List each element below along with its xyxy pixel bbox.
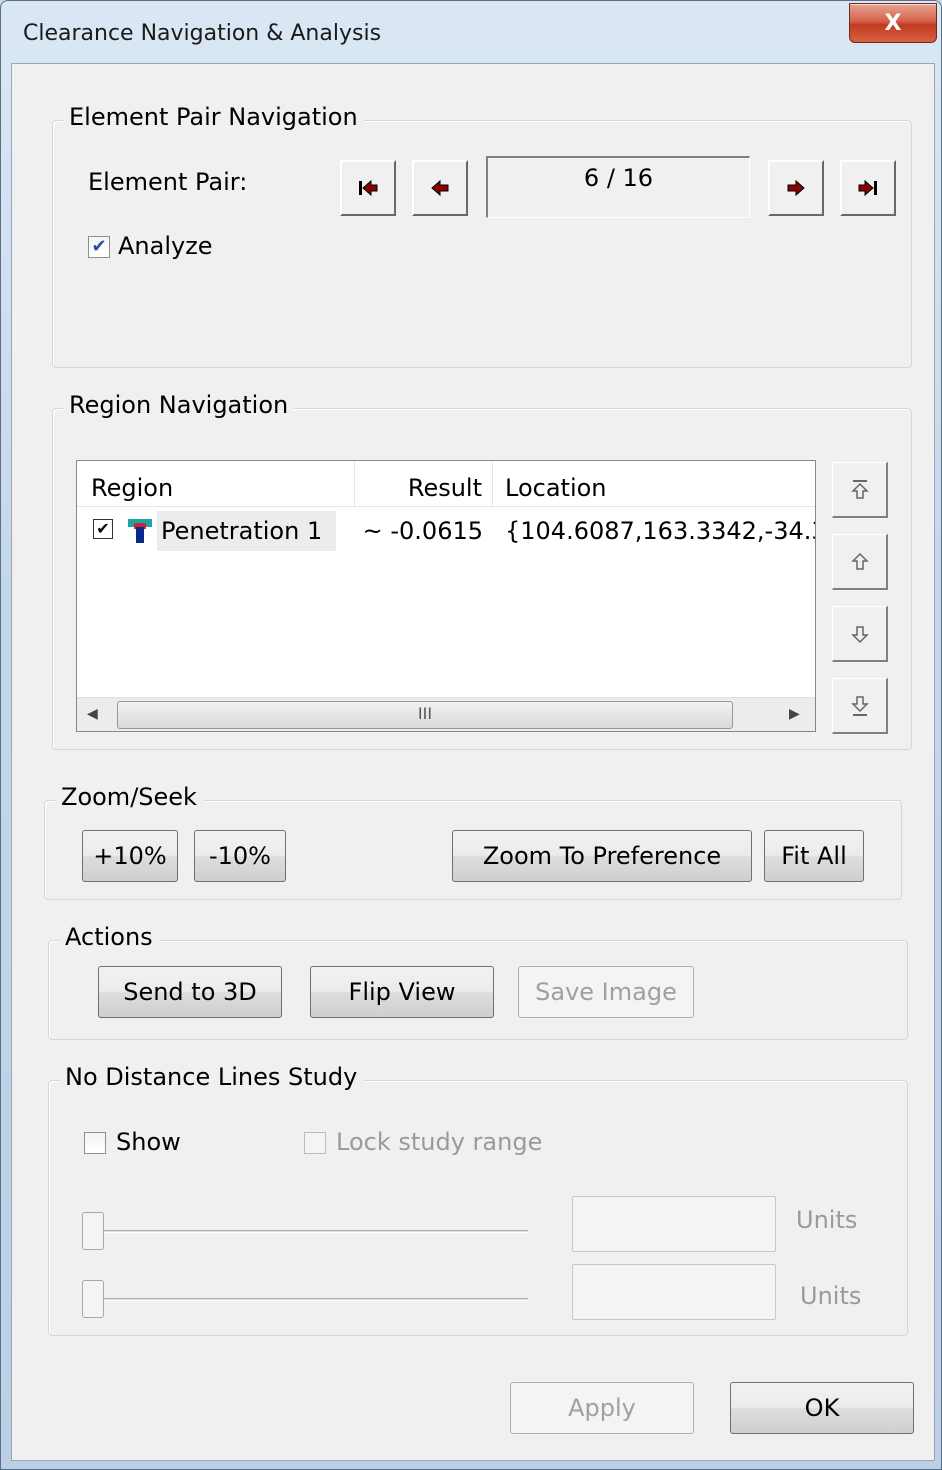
show-checkbox[interactable] <box>84 1132 106 1154</box>
scroll-thumb[interactable]: III <box>117 701 733 729</box>
slider-thumb-1[interactable] <box>82 1212 104 1250</box>
save-image-button[interactable]: Save Image <box>518 966 694 1018</box>
element-pair-label: Element Pair: <box>88 168 248 196</box>
move-up-button[interactable] <box>832 534 888 590</box>
first-icon <box>359 179 378 197</box>
first-pair-button[interactable] <box>340 160 396 216</box>
units-label-1: Units <box>796 1206 858 1234</box>
zoom-to-preference-button[interactable]: Zoom To Preference <box>452 830 752 882</box>
apply-button[interactable]: Apply <box>510 1382 694 1434</box>
move-bottom-icon <box>850 695 869 716</box>
close-button[interactable]: X <box>849 3 937 43</box>
move-down-button[interactable] <box>832 606 888 662</box>
lock-study-range-checkbox[interactable] <box>304 1132 326 1154</box>
column-header-result[interactable]: Result <box>355 461 493 507</box>
arrow-up-icon <box>850 552 869 570</box>
scroll-right-icon[interactable]: ▶ <box>789 706 800 722</box>
element-pair-group-label: Element Pair Navigation <box>63 103 364 131</box>
zoom-in-button[interactable]: +10% <box>82 830 178 882</box>
send-to-3d-button[interactable]: Send to 3D <box>98 966 282 1018</box>
actions-group-label: Actions <box>59 923 159 951</box>
next-pair-button[interactable] <box>768 160 824 216</box>
dialog-window: Clearance Navigation & Analysis X Elemen… <box>0 0 942 1470</box>
last-icon <box>858 179 877 197</box>
slider-thumb-2[interactable] <box>82 1280 104 1318</box>
horizontal-scrollbar[interactable]: ◀ III ▶ <box>77 697 815 731</box>
region-list-header: Region Result Location <box>77 461 815 507</box>
move-top-icon <box>850 479 869 499</box>
region-list[interactable]: Region Result Location ✔ Penetration 1 ~… <box>76 460 816 732</box>
row-checkbox[interactable]: ✔ <box>93 519 113 539</box>
fit-all-button[interactable]: Fit All <box>764 830 864 882</box>
column-header-location[interactable]: Location <box>493 461 815 507</box>
row-result: ~ -0.0615 <box>362 517 483 545</box>
checkmark-icon: ✔ <box>91 236 107 257</box>
dialog-client-area: Element Pair Navigation Element Pair: 6 … <box>11 63 935 1461</box>
window-title: Clearance Navigation & Analysis <box>23 21 382 46</box>
slider-track-1 <box>92 1230 528 1233</box>
study-group-label: No Distance Lines Study <box>59 1063 364 1091</box>
flip-view-button[interactable]: Flip View <box>310 966 494 1018</box>
show-label: Show <box>116 1128 181 1156</box>
slider-track-2 <box>92 1298 528 1301</box>
range-input-1[interactable] <box>572 1196 776 1252</box>
move-bottom-button[interactable] <box>832 678 888 734</box>
arrow-left-icon <box>431 179 449 197</box>
penetration-icon <box>128 519 152 543</box>
analyze-checkbox[interactable]: ✔ <box>88 236 110 258</box>
zoom-out-button[interactable]: -10% <box>194 830 286 882</box>
analyze-label: Analyze <box>118 232 213 260</box>
column-header-region[interactable]: Region <box>77 461 355 507</box>
row-region-name: Penetration 1 <box>157 511 337 551</box>
lock-study-range-label: Lock study range <box>336 1128 543 1156</box>
arrow-right-icon <box>787 179 805 197</box>
arrow-down-icon <box>850 625 869 643</box>
region-group-label: Region Navigation <box>63 391 295 419</box>
row-location: {104.6087,163.3342,-34.352 <box>505 517 815 545</box>
pair-counter-display: 6 / 16 <box>486 156 750 218</box>
last-pair-button[interactable] <box>840 160 896 216</box>
close-icon: X <box>884 10 902 36</box>
units-label-2: Units <box>800 1282 862 1310</box>
scroll-left-icon[interactable]: ◀ <box>87 706 98 722</box>
zoom-group-label: Zoom/Seek <box>55 783 203 811</box>
ok-button[interactable]: OK <box>730 1382 914 1434</box>
table-row[interactable]: ✔ Penetration 1 ~ -0.0615 {104.6087,163.… <box>77 509 815 553</box>
move-top-button[interactable] <box>832 462 888 518</box>
range-input-2[interactable] <box>572 1264 776 1320</box>
previous-pair-button[interactable] <box>412 160 468 216</box>
